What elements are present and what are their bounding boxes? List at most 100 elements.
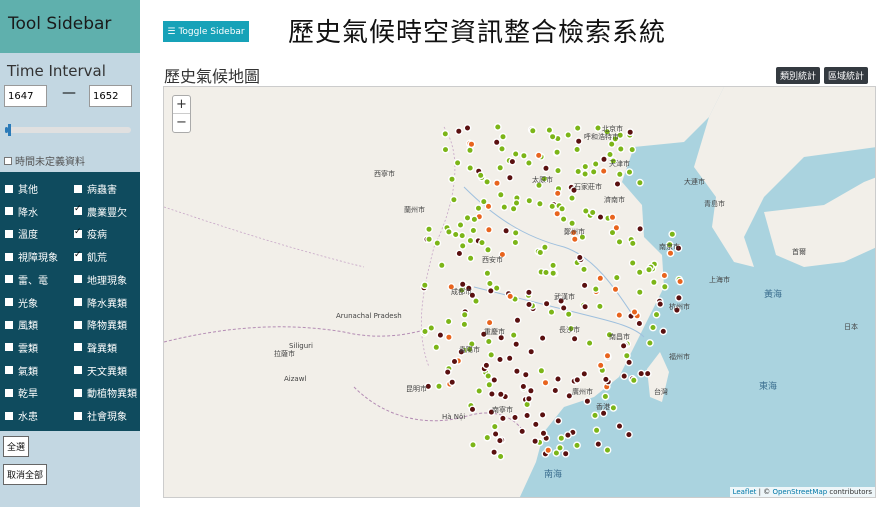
event-marker[interactable]: [453, 159, 462, 167]
event-marker[interactable]: [615, 311, 624, 320]
event-marker[interactable]: [458, 241, 467, 250]
event-marker[interactable]: [583, 397, 592, 406]
category-option[interactable]: 聲異類: [74, 340, 117, 355]
event-marker[interactable]: [564, 131, 573, 139]
event-marker[interactable]: [660, 271, 669, 280]
event-marker[interactable]: [528, 126, 537, 135]
event-marker[interactable]: [458, 231, 467, 240]
event-marker[interactable]: [523, 411, 531, 420]
event-marker[interactable]: [540, 243, 549, 252]
event-marker[interactable]: [512, 340, 521, 349]
start-year-input[interactable]: [4, 85, 47, 107]
category-checkbox[interactable]: [5, 343, 13, 352]
event-marker[interactable]: [495, 436, 504, 445]
category-option[interactable]: 雲類: [5, 340, 38, 355]
event-marker[interactable]: [554, 166, 562, 175]
event-marker[interactable]: [525, 300, 533, 309]
event-marker[interactable]: [629, 376, 638, 385]
event-marker[interactable]: [609, 403, 618, 412]
event-marker[interactable]: [561, 449, 570, 458]
category-option[interactable]: 水患: [5, 408, 38, 423]
category-checkbox[interactable]: [5, 298, 13, 306]
event-marker[interactable]: [620, 372, 629, 380]
event-marker[interactable]: [676, 277, 684, 286]
event-marker[interactable]: [544, 446, 553, 455]
event-marker[interactable]: [484, 372, 493, 380]
event-marker[interactable]: [542, 164, 550, 173]
event-marker[interactable]: [645, 339, 654, 347]
event-marker[interactable]: [469, 440, 477, 449]
event-marker[interactable]: [432, 343, 441, 352]
event-marker[interactable]: [478, 238, 486, 247]
event-marker[interactable]: [636, 224, 644, 233]
event-marker[interactable]: [581, 302, 589, 311]
event-marker[interactable]: [531, 420, 540, 429]
category-checkbox[interactable]: [74, 184, 82, 193]
event-marker[interactable]: [635, 268, 644, 277]
event-marker[interactable]: [444, 333, 453, 342]
event-marker[interactable]: [525, 196, 534, 205]
category-checkbox[interactable]: [74, 343, 82, 352]
event-marker[interactable]: [460, 310, 469, 319]
event-marker[interactable]: [484, 337, 493, 346]
leaflet-link[interactable]: Leaflet: [733, 488, 757, 496]
event-marker[interactable]: [549, 269, 558, 278]
event-marker[interactable]: [524, 394, 533, 403]
category-checkbox[interactable]: [74, 298, 82, 306]
event-marker[interactable]: [573, 145, 581, 154]
event-marker[interactable]: [608, 213, 617, 222]
event-marker[interactable]: [554, 375, 562, 383]
event-marker[interactable]: [511, 238, 520, 247]
category-option[interactable]: 動植物異類: [74, 385, 137, 400]
event-marker[interactable]: [425, 225, 433, 234]
event-marker[interactable]: [427, 324, 436, 332]
deselect-all-button[interactable]: 取消全部: [3, 464, 48, 485]
event-marker[interactable]: [595, 302, 604, 311]
event-marker[interactable]: [500, 203, 509, 212]
slider-handle[interactable]: [8, 124, 11, 136]
event-marker[interactable]: [527, 347, 536, 356]
event-marker[interactable]: [483, 269, 492, 278]
event-marker[interactable]: [436, 331, 445, 340]
event-marker[interactable]: [526, 386, 535, 395]
event-marker[interactable]: [490, 422, 499, 431]
event-marker[interactable]: [487, 390, 496, 398]
event-marker[interactable]: [450, 357, 459, 366]
select-all-button[interactable]: 全選: [3, 436, 30, 457]
category-checkbox[interactable]: [74, 388, 82, 397]
event-marker[interactable]: [580, 369, 589, 378]
event-marker[interactable]: [573, 124, 582, 132]
event-marker[interactable]: [542, 268, 550, 277]
event-marker[interactable]: [570, 334, 579, 343]
event-marker[interactable]: [449, 195, 458, 204]
event-marker[interactable]: [538, 410, 547, 419]
event-marker[interactable]: [454, 127, 463, 136]
event-marker[interactable]: [553, 189, 562, 198]
event-marker[interactable]: [460, 320, 469, 329]
event-marker[interactable]: [575, 253, 584, 262]
event-marker[interactable]: [468, 405, 477, 414]
event-marker[interactable]: [511, 150, 520, 158]
event-marker[interactable]: [484, 225, 493, 234]
event-marker[interactable]: [444, 227, 453, 236]
event-marker[interactable]: [574, 167, 583, 176]
category-option[interactable]: 地理現象: [74, 272, 127, 287]
event-marker[interactable]: [498, 414, 507, 423]
event-marker[interactable]: [535, 199, 544, 208]
event-marker[interactable]: [509, 204, 518, 213]
category-option[interactable]: 風類: [5, 317, 38, 332]
event-marker[interactable]: [635, 319, 644, 328]
event-marker[interactable]: [548, 202, 557, 211]
event-marker[interactable]: [496, 390, 505, 399]
category-option[interactable]: 飢荒: [74, 249, 107, 264]
event-marker[interactable]: [545, 126, 554, 134]
event-marker[interactable]: [490, 448, 498, 457]
event-marker[interactable]: [502, 226, 510, 235]
event-marker[interactable]: [551, 386, 560, 395]
event-marker[interactable]: [474, 204, 483, 213]
event-marker[interactable]: [581, 162, 590, 171]
event-marker[interactable]: [625, 358, 633, 367]
event-marker[interactable]: [470, 215, 479, 224]
category-option[interactable]: 降水: [5, 204, 38, 219]
event-marker[interactable]: [479, 197, 488, 206]
